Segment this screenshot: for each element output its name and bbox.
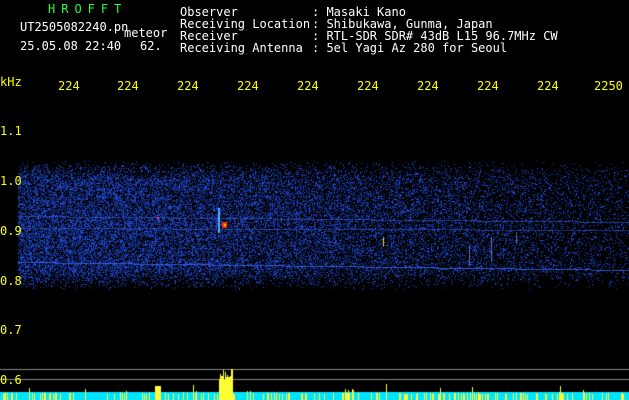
time-tick-label: 2250: [594, 79, 623, 93]
time-tick-label: 224: [417, 79, 439, 93]
freq-tick-label: 1.0: [0, 174, 22, 188]
time-tick-label: 224: [58, 79, 80, 93]
freq-tick-label: 0.8: [0, 274, 22, 288]
count-label: 62.: [140, 39, 162, 53]
time-tick-label: 224: [477, 79, 499, 93]
brand-label: HROFFT: [48, 2, 128, 16]
info-value-antenna: : 5el Yagi Az 280 for Seoul: [312, 41, 508, 55]
time-tick-label: 224: [537, 79, 559, 93]
time-tick-label: 224: [237, 79, 259, 93]
filename-label: UT2505082240.pn: [20, 20, 129, 34]
time-tick-label: 224: [177, 79, 199, 93]
timestamp-label: 25.05.08 22:40: [20, 39, 122, 53]
freq-unit-label: kHz: [0, 75, 22, 89]
freq-tick-label: 1.1: [0, 124, 22, 138]
info-label-antenna: Receiving Antenna: [180, 41, 303, 55]
freq-tick-label: 0.9: [0, 224, 22, 238]
spectrogram-canvas: [0, 0, 629, 400]
freq-tick-label: 0.7: [0, 323, 22, 337]
filename-suffix: meteor: [124, 26, 168, 40]
freq-tick-label: 0.6: [0, 373, 22, 387]
time-tick-label: 224: [357, 79, 379, 93]
time-tick-label: 224: [117, 79, 139, 93]
time-tick-label: 224: [297, 79, 319, 93]
